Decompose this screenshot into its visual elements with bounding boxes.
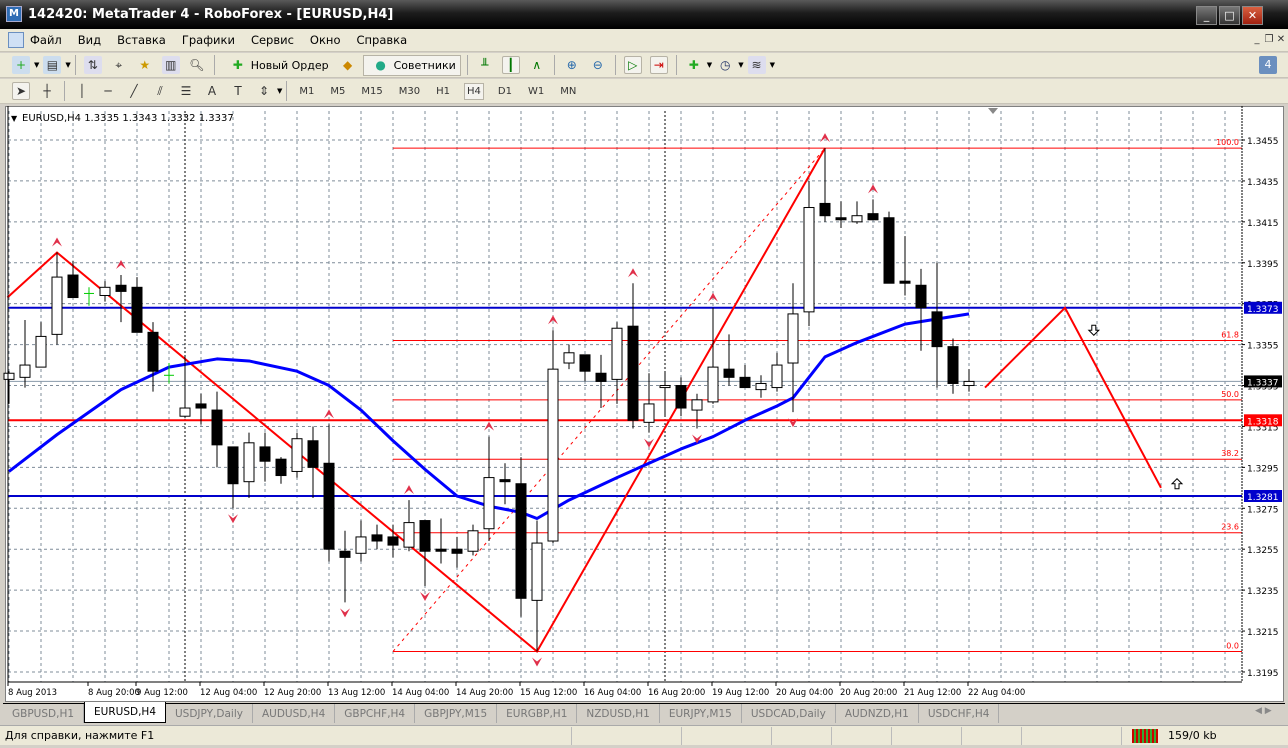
timeframe-h4[interactable]: H4 xyxy=(464,82,484,100)
menu-help[interactable]: Справка xyxy=(356,33,407,47)
mailbox-badge[interactable]: 4 xyxy=(1259,56,1277,74)
minimize-button[interactable]: _ xyxy=(1196,6,1217,25)
timeframe-m1[interactable]: M1 xyxy=(297,84,316,99)
app-icon: M xyxy=(6,6,22,22)
chart-tab[interactable]: GBPJPY,M15 xyxy=(415,704,498,723)
chart-tabs: GBPUSD,H1 EURUSD,H4 USDJPY,Daily AUDUSD,H4 G… xyxy=(3,702,1285,723)
menu-tools[interactable]: Сервис xyxy=(251,33,294,47)
navigator-icon[interactable]: ★ xyxy=(136,56,154,74)
window-title: 142420: MetaTrader 4 - RoboForex - [EURU… xyxy=(28,7,394,22)
chart-tab[interactable]: AUDNZD,H1 xyxy=(836,704,919,723)
menu-window[interactable]: Окно xyxy=(310,33,341,47)
close-button[interactable]: ✕ xyxy=(1242,6,1263,25)
crosshair-icon[interactable]: ┼ xyxy=(38,82,56,100)
candlestick-chart-icon[interactable]: ┃ xyxy=(501,56,520,74)
experts-icon: ● xyxy=(375,58,386,72)
indicators-icon[interactable]: ✚ xyxy=(685,56,703,74)
chart-tab[interactable]: USDJPY,Daily xyxy=(166,704,253,723)
horizontal-line-icon[interactable]: ─ xyxy=(99,82,117,100)
market-watch-icon[interactable]: ⇅ xyxy=(83,56,102,74)
connection-status-icon xyxy=(1132,728,1158,743)
experts-button[interactable]: ● Советники xyxy=(362,54,461,76)
terminal-icon[interactable]: ▥ xyxy=(161,56,180,74)
chart-tab[interactable]: EURGBP,H1 xyxy=(497,704,578,723)
traffic-info: 159/0 kb xyxy=(1168,729,1217,742)
standard-toolbar: + ▼ ▤ ▼ ⇅ ⌖ ★ ▥ 🔍︎ ✚ Новый Ордер ◆ ● Советни… xyxy=(0,53,1288,78)
line-studies-toolbar: ➤ ┼ │ ─ ╱ ⫽ ☰ A T ⇕ ▼ M1 M5 M15 M30 H1 H4… xyxy=(0,79,1288,104)
templates-icon[interactable]: ≋ xyxy=(747,56,766,74)
chart-tab[interactable]: EURUSD,H4 xyxy=(84,702,166,723)
menu-charts[interactable]: Графики xyxy=(182,33,235,47)
text-icon[interactable]: A xyxy=(203,82,221,100)
periods-icon[interactable]: ◷ xyxy=(716,56,734,74)
maximize-button[interactable]: □ xyxy=(1219,6,1240,25)
timeframe-m30[interactable]: M30 xyxy=(397,84,422,99)
status-bar: Для справки, нажмите F1 159/0 kb xyxy=(0,725,1288,745)
timeframe-m5[interactable]: M5 xyxy=(328,84,347,99)
auto-scroll-icon[interactable]: ▷ xyxy=(623,56,642,74)
timeframe-w1[interactable]: W1 xyxy=(526,84,546,99)
chart-window[interactable] xyxy=(5,106,1284,702)
chart-window-icon xyxy=(8,32,24,48)
menu-bar: Файл Вид Вставка Графики Сервис Окно Спр… xyxy=(0,29,1288,52)
chart-tab[interactable]: GBPCHF,H4 xyxy=(335,704,416,723)
warning-icon[interactable]: ◆ xyxy=(339,56,357,74)
chart-tab[interactable]: GBPUSD,H1 xyxy=(3,704,85,723)
mdi-close-button[interactable]: ✕ xyxy=(1274,34,1288,47)
text-label-icon[interactable]: T xyxy=(229,82,247,100)
arrows-icon[interactable]: ⇕ xyxy=(255,82,273,100)
vertical-line-icon[interactable]: │ xyxy=(73,82,91,100)
timeframe-m15[interactable]: M15 xyxy=(359,84,384,99)
chart-shift-icon[interactable]: ⇥ xyxy=(649,56,668,74)
trendline-icon[interactable]: ╱ xyxy=(125,82,143,100)
new-chart-icon[interactable]: + xyxy=(12,56,30,74)
timeframe-d1[interactable]: D1 xyxy=(496,84,514,99)
new-order-button[interactable]: ✚ Новый Ордер xyxy=(221,55,333,76)
chart-tab[interactable]: NZDUSD,H1 xyxy=(577,704,660,723)
chart-tab[interactable]: EURJPY,M15 xyxy=(660,704,742,723)
chart-tab[interactable]: AUDUSD,H4 xyxy=(253,704,336,723)
data-window-icon[interactable]: ⌖ xyxy=(110,56,128,74)
menu-file[interactable]: Файл xyxy=(30,33,62,47)
menu-view[interactable]: Вид xyxy=(78,33,101,47)
new-order-icon: ✚ xyxy=(232,58,243,72)
zoom-in-icon[interactable]: ⊕ xyxy=(563,56,581,74)
fibonacci-icon[interactable]: ☰ xyxy=(177,82,195,100)
tab-scroll-arrows[interactable]: ◀ ▶ xyxy=(1255,706,1272,716)
timeframe-h1[interactable]: H1 xyxy=(434,84,452,99)
chart-tab[interactable]: USDCAD,Daily xyxy=(742,704,836,723)
cursor-icon[interactable]: ➤ xyxy=(12,82,30,100)
status-help: Для справки, нажмите F1 xyxy=(0,726,572,745)
tester-icon[interactable]: 🔍︎ xyxy=(188,56,206,74)
title-bar: M 142420: MetaTrader 4 - RoboForex - [EU… xyxy=(0,0,1288,29)
bar-chart-icon[interactable]: ╨ xyxy=(476,56,494,74)
timeframe-mn[interactable]: MN xyxy=(558,84,578,99)
line-chart-icon[interactable]: ∧ xyxy=(528,56,546,74)
menu-insert[interactable]: Вставка xyxy=(117,33,166,47)
profiles-icon[interactable]: ▤ xyxy=(43,56,62,74)
equidistant-channel-icon[interactable]: ⫽ xyxy=(151,82,169,100)
chart-tab[interactable]: USDCHF,H4 xyxy=(919,704,1000,723)
zoom-out-icon[interactable]: ⊖ xyxy=(589,56,607,74)
